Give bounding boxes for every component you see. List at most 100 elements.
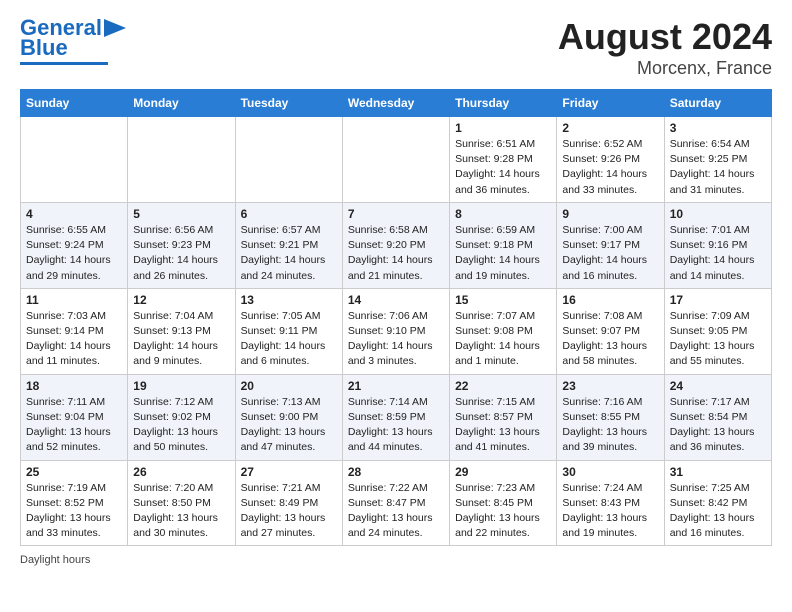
calendar-cell: 20 Sunrise: 7:13 AMSunset: 9:00 PMDayligh…: [235, 374, 342, 460]
calendar-cell: 17 Sunrise: 7:09 AMSunset: 9:05 PMDayligh…: [664, 288, 771, 374]
header-row: SundayMondayTuesdayWednesdayThursdayFrid…: [21, 90, 772, 117]
calendar-cell: 4 Sunrise: 6:55 AMSunset: 9:24 PMDaylight…: [21, 202, 128, 288]
calendar-cell: 23 Sunrise: 7:16 AMSunset: 8:55 PMDayligh…: [557, 374, 664, 460]
week-row-0: 1 Sunrise: 6:51 AMSunset: 9:28 PMDaylight…: [21, 117, 772, 203]
day-number: 23: [562, 379, 658, 393]
day-info: Sunrise: 6:52 AMSunset: 9:26 PMDaylight:…: [562, 137, 658, 198]
calendar-cell: 9Sunrise: 7:00 AMSunset: 9:17 PMDaylight…: [557, 202, 664, 288]
day-info: Sunrise: 7:11 AMSunset: 9:04 PMDaylight:…: [26, 395, 122, 456]
day-info: Sunrise: 7:20 AMSunset: 8:50 PMDaylight:…: [133, 481, 229, 542]
day-info: Sunrise: 7:05 AMSunset: 9:11 PMDaylight:…: [241, 309, 337, 370]
day-number: 3: [670, 121, 766, 135]
day-number: 15: [455, 293, 551, 307]
calendar-cell: 22Sunrise: 7:15 AMSunset: 8:57 PMDayligh…: [450, 374, 557, 460]
calendar-cell: 10 Sunrise: 7:01 AMSunset: 9:16 PMDayligh…: [664, 202, 771, 288]
day-info: Sunrise: 6:54 AMSunset: 9:25 PMDaylight:…: [670, 137, 766, 198]
calendar-cell: 6 Sunrise: 6:57 AMSunset: 9:21 PMDaylight…: [235, 202, 342, 288]
page-subtitle: Morcenx, France: [558, 58, 772, 79]
day-number: 19: [133, 379, 229, 393]
calendar-table: SundayMondayTuesdayWednesdayThursdayFrid…: [20, 89, 772, 546]
calendar-cell: 5 Sunrise: 6:56 AMSunset: 9:23 PMDaylight…: [128, 202, 235, 288]
day-info: Sunrise: 7:01 AMSunset: 9:16 PMDaylight:…: [670, 223, 766, 284]
calendar-cell: 1 Sunrise: 6:51 AMSunset: 9:28 PMDaylight…: [450, 117, 557, 203]
day-info: Sunrise: 7:16 AMSunset: 8:55 PMDaylight:…: [562, 395, 658, 456]
week-row-2: 11Sunrise: 7:03 AMSunset: 9:14 PMDayligh…: [21, 288, 772, 374]
day-info: Sunrise: 6:58 AMSunset: 9:20 PMDaylight:…: [348, 223, 444, 284]
day-number: 27: [241, 465, 337, 479]
day-number: 14: [348, 293, 444, 307]
calendar-cell: [21, 117, 128, 203]
header-saturday: Saturday: [664, 90, 771, 117]
day-info: Sunrise: 7:14 AMSunset: 8:59 PMDaylight:…: [348, 395, 444, 456]
calendar-cell: [342, 117, 449, 203]
day-info: Sunrise: 6:51 AMSunset: 9:28 PMDaylight:…: [455, 137, 551, 198]
header-monday: Monday: [128, 90, 235, 117]
day-number: 17: [670, 293, 766, 307]
logo: General Blue: [20, 16, 126, 65]
day-info: Sunrise: 7:03 AMSunset: 9:14 PMDaylight:…: [26, 309, 122, 370]
day-info: Sunrise: 7:17 AMSunset: 8:54 PMDaylight:…: [670, 395, 766, 456]
logo-blue-text: Blue: [20, 36, 68, 60]
day-info: Sunrise: 7:08 AMSunset: 9:07 PMDaylight:…: [562, 309, 658, 370]
day-info: Sunrise: 7:25 AMSunset: 8:42 PMDaylight:…: [670, 481, 766, 542]
day-number: 16: [562, 293, 658, 307]
calendar-cell: 12Sunrise: 7:04 AMSunset: 9:13 PMDayligh…: [128, 288, 235, 374]
calendar-cell: [128, 117, 235, 203]
week-row-4: 25Sunrise: 7:19 AMSunset: 8:52 PMDayligh…: [21, 460, 772, 546]
day-info: Sunrise: 6:55 AMSunset: 9:24 PMDaylight:…: [26, 223, 122, 284]
calendar-cell: 13Sunrise: 7:05 AMSunset: 9:11 PMDayligh…: [235, 288, 342, 374]
day-number: 6: [241, 207, 337, 221]
calendar-cell: 25Sunrise: 7:19 AMSunset: 8:52 PMDayligh…: [21, 460, 128, 546]
day-info: Sunrise: 6:56 AMSunset: 9:23 PMDaylight:…: [133, 223, 229, 284]
day-number: 31: [670, 465, 766, 479]
logo-arrow-icon: [104, 19, 126, 37]
day-info: Sunrise: 6:57 AMSunset: 9:21 PMDaylight:…: [241, 223, 337, 284]
calendar-cell: 7Sunrise: 6:58 AMSunset: 9:20 PMDaylight…: [342, 202, 449, 288]
calendar-cell: 8Sunrise: 6:59 AMSunset: 9:18 PMDaylight…: [450, 202, 557, 288]
calendar-cell: 18 Sunrise: 7:11 AMSunset: 9:04 PMDayligh…: [21, 374, 128, 460]
calendar-cell: 15 Sunrise: 7:07 AMSunset: 9:08 PMDayligh…: [450, 288, 557, 374]
day-number: 2: [562, 121, 658, 135]
day-info: Sunrise: 7:00 AMSunset: 9:17 PMDaylight:…: [562, 223, 658, 284]
calendar-cell: 21Sunrise: 7:14 AMSunset: 8:59 PMDayligh…: [342, 374, 449, 460]
day-number: 30: [562, 465, 658, 479]
day-info: Sunrise: 7:12 AMSunset: 9:02 PMDaylight:…: [133, 395, 229, 456]
day-number: 8: [455, 207, 551, 221]
week-row-3: 18 Sunrise: 7:11 AMSunset: 9:04 PMDayligh…: [21, 374, 772, 460]
day-number: 18: [26, 379, 122, 393]
page-title: August 2024: [558, 16, 772, 58]
calendar-cell: 31 Sunrise: 7:25 AMSunset: 8:42 PMDayligh…: [664, 460, 771, 546]
day-info: Sunrise: 7:24 AMSunset: 8:43 PMDaylight:…: [562, 481, 658, 542]
calendar-cell: 19 Sunrise: 7:12 AMSunset: 9:02 PMDayligh…: [128, 374, 235, 460]
day-info: Sunrise: 7:23 AMSunset: 8:45 PMDaylight:…: [455, 481, 551, 542]
day-info: Sunrise: 7:13 AMSunset: 9:00 PMDaylight:…: [241, 395, 337, 456]
calendar-cell: 29Sunrise: 7:23 AMSunset: 8:45 PMDayligh…: [450, 460, 557, 546]
day-info: Sunrise: 7:22 AMSunset: 8:47 PMDaylight:…: [348, 481, 444, 542]
day-number: 1: [455, 121, 551, 135]
day-number: 22: [455, 379, 551, 393]
header-thursday: Thursday: [450, 90, 557, 117]
day-info: Sunrise: 7:06 AMSunset: 9:10 PMDaylight:…: [348, 309, 444, 370]
day-number: 26: [133, 465, 229, 479]
day-number: 25: [26, 465, 122, 479]
calendar-cell: 11Sunrise: 7:03 AMSunset: 9:14 PMDayligh…: [21, 288, 128, 374]
calendar-cell: 16 Sunrise: 7:08 AMSunset: 9:07 PMDayligh…: [557, 288, 664, 374]
calendar-cell: 26 Sunrise: 7:20 AMSunset: 8:50 PMDayligh…: [128, 460, 235, 546]
day-number: 10: [670, 207, 766, 221]
calendar-cell: 14 Sunrise: 7:06 AMSunset: 9:10 PMDayligh…: [342, 288, 449, 374]
day-info: Sunrise: 7:21 AMSunset: 8:49 PMDaylight:…: [241, 481, 337, 542]
calendar-cell: 3 Sunrise: 6:54 AMSunset: 9:25 PMDaylight…: [664, 117, 771, 203]
day-number: 20: [241, 379, 337, 393]
footer-text: Daylight hours: [20, 554, 772, 566]
day-number: 28: [348, 465, 444, 479]
day-number: 4: [26, 207, 122, 221]
day-info: Sunrise: 7:07 AMSunset: 9:08 PMDaylight:…: [455, 309, 551, 370]
calendar-cell: 24 Sunrise: 7:17 AMSunset: 8:54 PMDayligh…: [664, 374, 771, 460]
calendar-cell: [235, 117, 342, 203]
week-row-1: 4 Sunrise: 6:55 AMSunset: 9:24 PMDaylight…: [21, 202, 772, 288]
calendar-cell: 2 Sunrise: 6:52 AMSunset: 9:26 PMDaylight…: [557, 117, 664, 203]
day-number: 24: [670, 379, 766, 393]
header-friday: Friday: [557, 90, 664, 117]
day-info: Sunrise: 7:09 AMSunset: 9:05 PMDaylight:…: [670, 309, 766, 370]
day-number: 5: [133, 207, 229, 221]
